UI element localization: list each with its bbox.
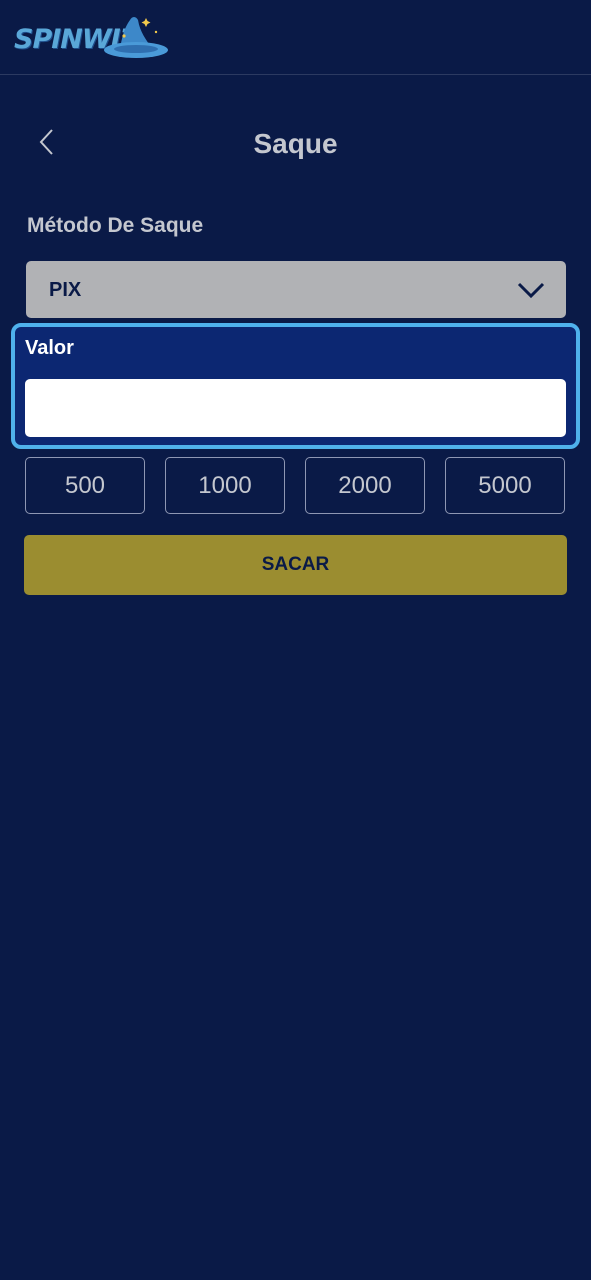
- withdraw-method-select[interactable]: PIX: [26, 261, 566, 318]
- withdraw-method-value: PIX: [49, 279, 82, 301]
- page-title: Saque: [253, 128, 338, 159]
- amount-label: Valor: [25, 337, 74, 359]
- top-header: SPINWIZ: [0, 0, 591, 75]
- quick-amount-500-button[interactable]: 500: [25, 457, 145, 514]
- quick-amount-5000-button[interactable]: 5000: [445, 457, 565, 514]
- amount-input[interactable]: [25, 379, 566, 437]
- quick-amount-buttons: 500 1000 2000 5000: [25, 457, 566, 514]
- amount-field-group: Valor: [11, 323, 580, 449]
- spinwiz-logo[interactable]: SPINWIZ: [12, 14, 168, 64]
- chevron-down-icon: [517, 282, 545, 299]
- quick-amount-1000-button[interactable]: 1000: [165, 457, 285, 514]
- withdraw-method-label: Método De Saque: [27, 214, 204, 237]
- quick-amount-2000-button[interactable]: 2000: [305, 457, 425, 514]
- wizard-hat-icon: [104, 17, 168, 58]
- withdraw-submit-button[interactable]: SACAR: [24, 535, 567, 595]
